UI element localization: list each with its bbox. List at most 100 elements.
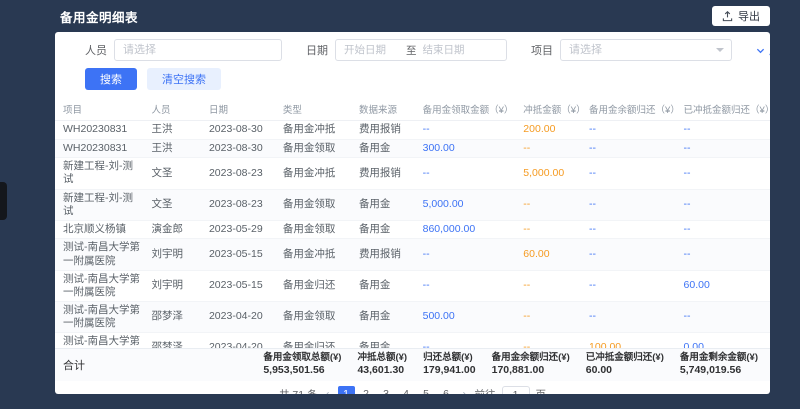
amount-cell: -- <box>680 158 770 189</box>
source-cell: 备用金 <box>355 301 419 332</box>
clear-search-button[interactable]: 清空搜索 <box>147 68 221 90</box>
person-cell: 邵梦泽 <box>147 333 205 348</box>
goto-label: 前往 <box>475 387 496 394</box>
data-table: 项目人员日期类型数据来源备用金领取金额（¥）冲抵金额（¥）备用金余额归还（¥）已… <box>55 98 770 348</box>
amount-cell: 60.00 <box>680 270 770 301</box>
source-cell: 费用报销 <box>355 158 419 189</box>
page-button-2[interactable]: 2 <box>358 386 375 394</box>
project-filter-label: 项目 <box>531 42 553 58</box>
column-header: 备用金余额归还（¥） <box>585 98 680 121</box>
amount-cell: -- <box>585 220 680 239</box>
date-cell: 2023-08-23 <box>205 189 279 220</box>
summary-item-value: 5,953,501.56 <box>263 364 341 378</box>
amount-cell: 500.00 <box>419 301 520 332</box>
amount-cell: 5,000.00 <box>519 158 585 189</box>
date-cell: 2023-05-15 <box>205 239 279 270</box>
column-header: 人员 <box>147 98 205 121</box>
person-cell: 刘宇明 <box>147 239 205 270</box>
summary-item: 冲抵总额(¥)43,601.30 <box>357 352 407 378</box>
summary-item-value: 43,601.30 <box>357 364 407 378</box>
summary-row: 合计 备用金领取总额(¥)5,953,501.56 冲抵总额(¥)43,601.3… <box>55 348 770 381</box>
goto-page-input[interactable] <box>502 386 530 394</box>
amount-cell: -- <box>519 220 585 239</box>
amount-cell: -- <box>585 121 680 140</box>
amount-cell: -- <box>680 239 770 270</box>
page-button-5[interactable]: 5 <box>418 386 435 394</box>
project-cell: 新建工程-刘-测试 <box>55 189 147 220</box>
amount-cell: -- <box>585 270 680 301</box>
column-header: 已冲抵金额归还（¥） <box>680 98 770 121</box>
person-cell: 王洪 <box>147 121 205 140</box>
amount-cell: -- <box>419 270 520 301</box>
date-separator-label: 至 <box>406 43 417 58</box>
summary-item-value: 5,749,019.56 <box>680 364 758 378</box>
amount-cell: -- <box>419 121 520 140</box>
export-button[interactable]: 导出 <box>712 6 770 26</box>
date-range-picker[interactable]: 至 <box>335 39 507 61</box>
page-button-4[interactable]: 4 <box>398 386 415 394</box>
source-cell: 备用金 <box>355 139 419 158</box>
person-select-input[interactable] <box>114 39 282 61</box>
pagination-total: 共 71 条 <box>279 387 318 394</box>
date-end-input[interactable] <box>423 44 479 56</box>
summary-item: 归还总额(¥)179,941.00 <box>423 352 476 378</box>
type-cell: 备用金冲抵 <box>279 158 355 189</box>
column-header: 备用金领取金额（¥） <box>419 98 520 121</box>
amount-cell: -- <box>585 301 680 332</box>
type-cell: 备用金领取 <box>279 139 355 158</box>
prev-page-button[interactable]: ‹ <box>324 386 332 394</box>
drawer-handle[interactable] <box>0 182 7 220</box>
page-buttons: 123456 <box>338 386 455 394</box>
goto-suffix-label: 页 <box>536 387 547 394</box>
amount-cell: -- <box>519 333 585 348</box>
summary-item: 备用金领取总额(¥)5,953,501.56 <box>263 352 341 378</box>
person-cell: 文圣 <box>147 158 205 189</box>
column-header: 冲抵金额（¥） <box>519 98 585 121</box>
source-cell: 备用金 <box>355 333 419 348</box>
type-cell: 备用金归还 <box>279 333 355 348</box>
amount-cell: 0.00 <box>680 333 770 348</box>
project-select[interactable] <box>560 39 732 61</box>
amount-cell: -- <box>680 139 770 158</box>
person-cell: 演金郎 <box>147 220 205 239</box>
person-cell: 王洪 <box>147 139 205 158</box>
page-button-1[interactable]: 1 <box>338 386 355 394</box>
source-cell: 备用金 <box>355 189 419 220</box>
amount-cell: 5,000.00 <box>419 189 520 220</box>
amount-cell: 60.00 <box>519 239 585 270</box>
amount-cell: -- <box>519 139 585 158</box>
page-button-3[interactable]: 3 <box>378 386 395 394</box>
project-select-input[interactable] <box>560 39 732 61</box>
table-row: 测试-南昌大学第一附属医院刘宇明2023-05-15备用金冲抵费用报销--60.… <box>55 239 770 270</box>
table-row: 新建工程-刘-测试文圣2023-08-23备用金领取备用金5,000.00---… <box>55 189 770 220</box>
page-button-6[interactable]: 6 <box>438 386 455 394</box>
amount-cell: -- <box>585 189 680 220</box>
column-header: 项目 <box>55 98 147 121</box>
filter-bar: 人员 日期 至 项目 展开筛选 <box>85 39 756 61</box>
amount-cell: -- <box>680 301 770 332</box>
project-cell: 新建工程-刘-测试 <box>55 158 147 189</box>
next-page-button[interactable]: › <box>461 386 469 394</box>
date-start-input[interactable] <box>344 44 400 56</box>
chevron-down-icon <box>716 48 724 52</box>
expand-filter-label: 展开筛选 <box>769 42 770 58</box>
summary-item: 备用金剩余金额(¥)5,749,019.56 <box>680 352 758 378</box>
project-cell: 测试-南昌大学第一附属医院 <box>55 239 147 270</box>
expand-filter-link[interactable]: 展开筛选 <box>756 42 770 58</box>
table-row: WH20230831王洪2023-08-30备用金冲抵费用报销--200.00-… <box>55 121 770 140</box>
summary-item-value: 60.00 <box>586 364 664 378</box>
amount-cell: 100.00 <box>585 333 680 348</box>
summary-item-value: 170,881.00 <box>492 364 570 378</box>
person-filter: 人员 <box>85 39 282 61</box>
column-header: 日期 <box>205 98 279 121</box>
amount-cell: -- <box>680 189 770 220</box>
table-row: WH20230831王洪2023-08-30备用金领取备用金300.00----… <box>55 139 770 158</box>
export-label: 导出 <box>738 8 760 24</box>
summary-total-label: 合计 <box>63 357 85 373</box>
amount-cell: 200.00 <box>519 121 585 140</box>
type-cell: 备用金冲抵 <box>279 121 355 140</box>
page-title: 备用金明细表 <box>60 7 138 26</box>
search-button[interactable]: 搜索 <box>85 68 137 90</box>
amount-cell: -- <box>585 158 680 189</box>
date-cell: 2023-08-23 <box>205 158 279 189</box>
